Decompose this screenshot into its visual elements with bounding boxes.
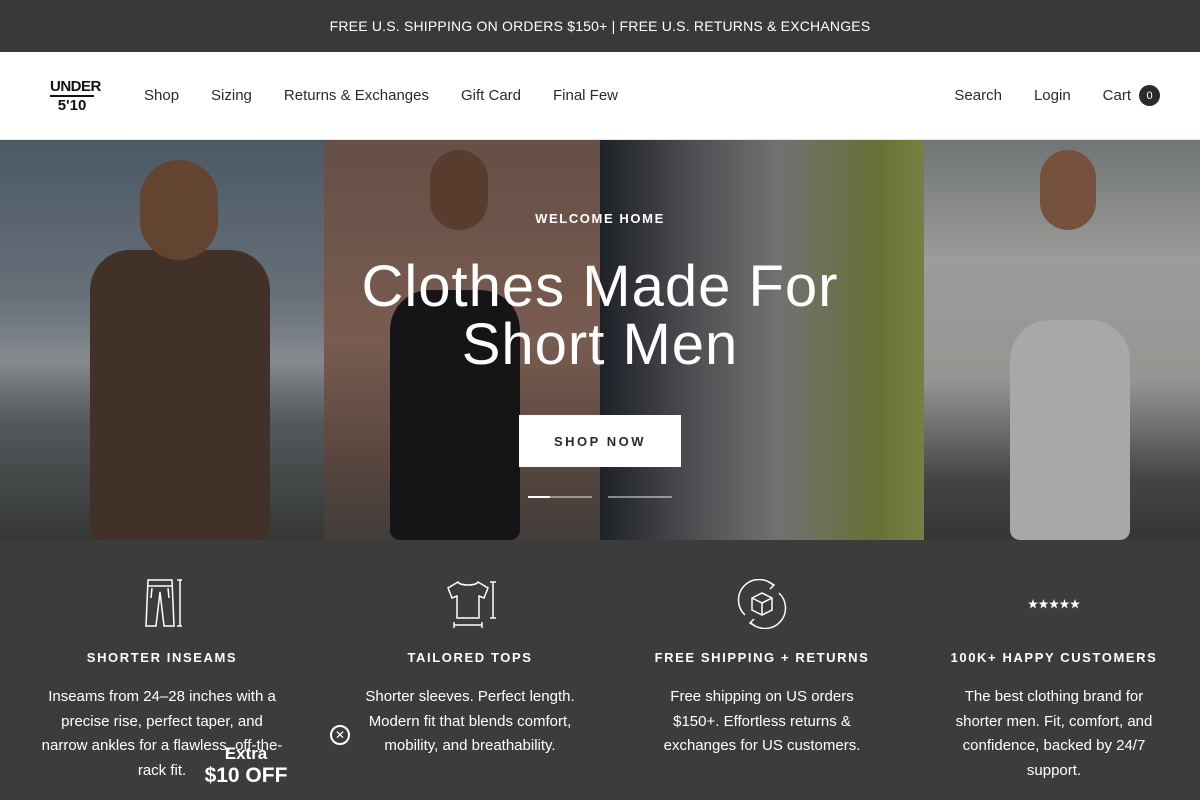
slide-indicator-1[interactable] bbox=[528, 496, 592, 498]
shop-now-button[interactable]: SHOP NOW bbox=[519, 415, 681, 467]
cart-link[interactable]: Cart 0 bbox=[1103, 85, 1160, 106]
search-link[interactable]: Search bbox=[954, 87, 1002, 104]
cart-label: Cart bbox=[1102, 87, 1131, 104]
feature-text: Free shipping on US orders $150+. Effort… bbox=[663, 688, 861, 754]
nav-shop[interactable]: Shop bbox=[144, 87, 179, 104]
stars-icon bbox=[908, 578, 1200, 630]
nav-gift-card[interactable]: Gift Card bbox=[461, 87, 521, 104]
nav-returns-exchanges[interactable]: Returns & Exchanges bbox=[284, 87, 429, 104]
feature-happy-customers: 100K+ HAPPY CUSTOMERS The best clothing … bbox=[908, 540, 1200, 800]
feature-title: 100K+ HAPPY CUSTOMERS bbox=[950, 650, 1158, 665]
promo-line2: $10 OFF bbox=[204, 764, 288, 787]
feature-title: TAILORED TOPS bbox=[407, 650, 533, 665]
hero-eyebrow: WELCOME HOME bbox=[535, 211, 665, 226]
brand-logo[interactable]: UNDER 5'10 bbox=[50, 77, 101, 114]
hero-title: Clothes Made For Short Men bbox=[0, 258, 1200, 374]
site-header: UNDER 5'10 Shop Sizing Returns & Exchang… bbox=[0, 52, 1200, 140]
slide-indicators bbox=[528, 496, 672, 498]
tshirt-icon bbox=[324, 578, 616, 630]
feature-title: SHORTER INSEAMS bbox=[86, 650, 238, 665]
nav-final-few[interactable]: Final Few bbox=[553, 87, 618, 104]
announcement-text: FREE U.S. SHIPPING ON ORDERS $150+ | FRE… bbox=[329, 18, 871, 34]
logo-line2: 5'10 bbox=[57, 96, 87, 114]
feature-title: FREE SHIPPING + RETURNS bbox=[654, 650, 870, 665]
box-return-icon bbox=[616, 578, 908, 630]
header-actions: Search Login Cart 0 bbox=[922, 85, 1160, 106]
close-icon[interactable]: ✕ bbox=[330, 725, 350, 745]
logo-line1: UNDER bbox=[50, 77, 101, 97]
login-link[interactable]: Login bbox=[1034, 87, 1071, 104]
cart-count-badge: 0 bbox=[1139, 85, 1160, 106]
pants-icon bbox=[0, 578, 324, 630]
main-nav: Shop Sizing Returns & Exchanges Gift Car… bbox=[144, 87, 650, 104]
feature-tailored-tops: TAILORED TOPS Shorter sleeves. Perfect l… bbox=[324, 540, 616, 800]
feature-text: Shorter sleeves. Perfect length. Modern … bbox=[365, 688, 575, 754]
feature-text: The best clothing brand for shorter men.… bbox=[955, 688, 1153, 779]
nav-sizing[interactable]: Sizing bbox=[211, 87, 252, 104]
promo-line1: Extra bbox=[224, 744, 268, 763]
hero-slideshow: WELCOME HOME Clothes Made For Short Men … bbox=[0, 140, 1200, 540]
slide-indicator-2[interactable] bbox=[608, 496, 672, 498]
hero-title-line2: Short Men bbox=[461, 312, 739, 377]
promo-popup-teaser[interactable]: Extra $10 OFF bbox=[196, 744, 296, 788]
announcement-bar: FREE U.S. SHIPPING ON ORDERS $150+ | FRE… bbox=[0, 0, 1200, 52]
feature-free-shipping: FREE SHIPPING + RETURNS Free shipping on… bbox=[616, 540, 908, 800]
features-section: SHORTER INSEAMS Inseams from 24–28 inche… bbox=[0, 540, 1200, 800]
hero-title-line1: Clothes Made For bbox=[361, 254, 839, 319]
